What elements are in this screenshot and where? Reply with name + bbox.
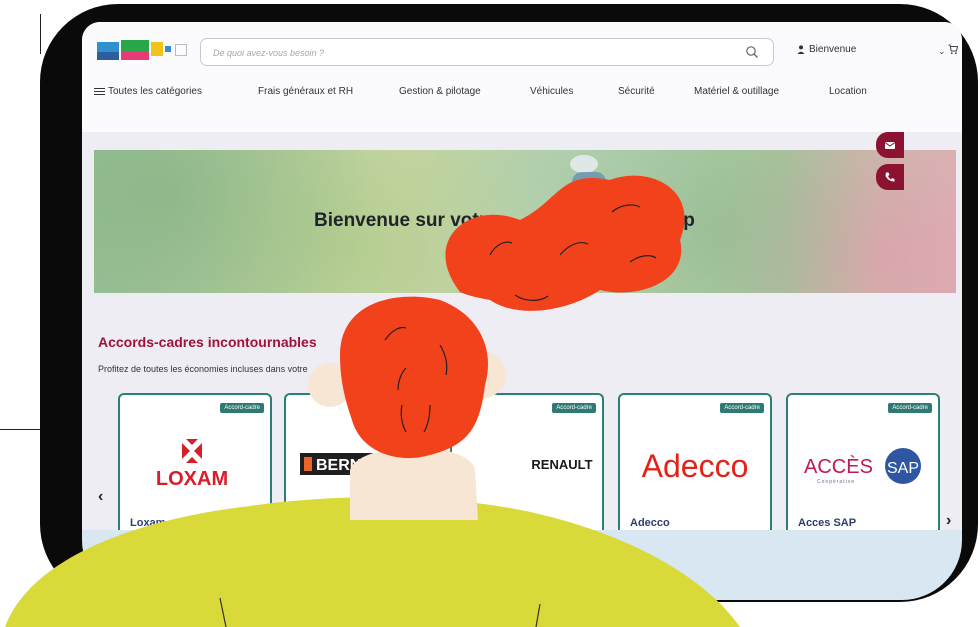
berner-logo: BERNE bbox=[300, 453, 422, 475]
partner-card-adecco[interactable]: Accord-cadre Adecco Adecco bbox=[618, 393, 772, 530]
search-bar[interactable] bbox=[200, 38, 774, 66]
svg-text:SAP: SAP bbox=[887, 460, 919, 477]
nav-item-location[interactable]: Location bbox=[829, 86, 867, 97]
partner-card-berner[interactable]: Accord-cadre BERNE Bern bbox=[284, 393, 438, 530]
accord-cadre-badge: Accord-cadre bbox=[220, 403, 264, 413]
hero-title: Bienvenue sur votre ep bbox=[314, 210, 695, 232]
nav-all-categories-label: Toutes les catégories bbox=[108, 86, 202, 98]
partner-card-acces-sap[interactable]: Accord-cadre ACCÈS SAP Coopérative Acces… bbox=[786, 393, 940, 530]
svg-text:LOXAM: LOXAM bbox=[156, 468, 228, 490]
hero-banner: Bienvenue sur votre ep bbox=[94, 150, 956, 293]
hero-title-end: ep bbox=[672, 210, 695, 231]
logo-tagline-mark bbox=[175, 44, 187, 56]
accord-cadre-badge: Accord-cadre bbox=[720, 403, 764, 413]
nav-item-frais-generaux[interactable]: Frais généraux et RH bbox=[258, 86, 353, 97]
partner-name: Acces SAP bbox=[798, 517, 857, 529]
hero-title-start: Bienvenue sur votre bbox=[314, 210, 497, 231]
logo-bar-pink bbox=[121, 52, 149, 60]
partner-name: Adecco bbox=[630, 517, 670, 529]
decorative-line-horizontal bbox=[0, 429, 42, 430]
logo-bar-yellow bbox=[151, 42, 163, 56]
search-input[interactable] bbox=[211, 44, 715, 62]
nav-all-categories[interactable]: Toutes les catégories bbox=[94, 86, 202, 97]
partner-card-renault[interactable]: Accord-cadre RENAULT bbox=[450, 393, 604, 530]
accord-cadre-badge: Accord-cadre bbox=[888, 403, 932, 413]
chevron-down-icon[interactable]: ⌄ bbox=[938, 46, 946, 57]
site-header: Bienvenue ⌄ Toutes les catégories Frais … bbox=[82, 22, 962, 132]
svg-text:ACCÈS: ACCÈS bbox=[804, 455, 873, 478]
svg-text:Adecco: Adecco bbox=[642, 448, 749, 484]
logo-bar-blue bbox=[97, 42, 119, 52]
tablet-frame: Bienvenue ⌄ Toutes les catégories Frais … bbox=[40, 4, 978, 602]
partner-name: Loxam bbox=[130, 517, 166, 529]
user-icon bbox=[797, 45, 805, 54]
svg-text:BERNE: BERNE bbox=[316, 457, 372, 474]
contact-phone-button[interactable] bbox=[876, 164, 904, 190]
site-logo[interactable] bbox=[97, 40, 209, 72]
chevron-right-icon[interactable]: › bbox=[946, 512, 951, 530]
decorative-line-vertical bbox=[40, 14, 41, 54]
chevron-left-icon[interactable]: ‹ bbox=[98, 488, 103, 506]
tablet-bezel-bottom bbox=[82, 530, 962, 600]
renault-logo: RENAULT bbox=[531, 457, 592, 472]
svg-text:RENAULT: RENAULT bbox=[531, 457, 592, 472]
nav-item-securite[interactable]: Sécurité bbox=[618, 86, 655, 97]
cart-icon[interactable] bbox=[948, 44, 958, 55]
logo-bar-small bbox=[165, 46, 171, 52]
mail-icon bbox=[884, 142, 896, 149]
partner-card-loxam[interactable]: Accord-cadre LOXAM Loxam bbox=[118, 393, 272, 530]
accord-cadre-badge: Accord-cadre bbox=[386, 403, 430, 413]
partner-name: Bern bbox=[296, 517, 322, 529]
nav-item-vehicules[interactable]: Véhicules bbox=[530, 86, 573, 97]
browser-screen: Bienvenue ⌄ Toutes les catégories Frais … bbox=[82, 22, 962, 530]
phone-icon bbox=[885, 172, 895, 182]
contact-email-button[interactable] bbox=[876, 132, 904, 158]
nav-item-gestion-pilotage[interactable]: Gestion & pilotage bbox=[399, 86, 481, 97]
accord-cadre-badge: Accord-cadre bbox=[552, 403, 596, 413]
user-account-menu[interactable]: Bienvenue bbox=[797, 44, 856, 55]
logo-bar-navy bbox=[97, 52, 119, 60]
search-icon[interactable] bbox=[745, 45, 759, 59]
logo-bar-green bbox=[121, 40, 149, 52]
section-subtitle: Profitez de toutes les économies incluse… bbox=[98, 364, 308, 374]
acces-sap-logo: ACCÈS SAP Coopérative bbox=[804, 448, 921, 485]
loxam-logo: LOXAM bbox=[156, 439, 228, 490]
hero-worker-image bbox=[570, 155, 606, 210]
user-greeting: Bienvenue bbox=[809, 44, 857, 55]
nav-item-materiel-outillage[interactable]: Matériel & outillage bbox=[694, 86, 779, 97]
menu-icon bbox=[94, 86, 105, 97]
category-nav: Toutes les catégories Frais généraux et … bbox=[94, 84, 954, 102]
adecco-logo: Adecco bbox=[642, 448, 749, 484]
section-title: Accords-cadres incontournables bbox=[98, 334, 317, 350]
svg-text:Coopérative: Coopérative bbox=[817, 479, 855, 485]
